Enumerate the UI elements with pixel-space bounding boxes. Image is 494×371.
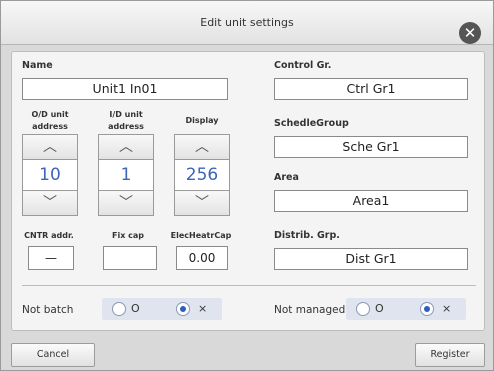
display-label: Display [185, 116, 219, 125]
not-batch-radio-x[interactable] [176, 302, 190, 316]
display-up-button[interactable]: ︿ [174, 134, 230, 160]
fix-cap-field[interactable] [103, 246, 157, 270]
register-button[interactable]: Register [415, 343, 485, 367]
distrib-group-label: Distrib. Grp. [274, 230, 340, 241]
chevron-down-icon: ﹀ [43, 195, 57, 211]
distrib-group-field[interactable]: Dist Gr1 [274, 248, 468, 270]
chevron-down-icon: ﹀ [119, 195, 133, 211]
name-label: Name [22, 60, 53, 71]
not-batch-option-x-label: × [198, 302, 208, 315]
chevron-down-icon: ﹀ [195, 195, 209, 211]
not-managed-radio-x[interactable] [420, 302, 434, 316]
not-batch-radio-group: O × [102, 298, 222, 320]
not-managed-radio-group: O × [346, 298, 466, 320]
display-value: 256 [174, 160, 230, 190]
cntr-addr-field[interactable]: — [28, 246, 74, 270]
fix-cap-label: Fix cap [111, 231, 145, 240]
id-address-down-button[interactable]: ﹀ [98, 190, 154, 216]
settings-panel: Name Unit1 In01 O/D unit address I/D uni… [11, 51, 485, 331]
not-managed-label: Not managed [274, 304, 346, 316]
close-icon[interactable]: ✕ [459, 22, 481, 44]
control-group-field[interactable]: Ctrl Gr1 [274, 78, 468, 100]
control-group-label: Control Gr. [274, 60, 332, 71]
od-address-value: 10 [22, 160, 78, 190]
chevron-up-icon: ︿ [119, 139, 133, 155]
name-field[interactable]: Unit1 In01 [22, 78, 228, 100]
dialog-title: Edit unit settings [200, 16, 294, 29]
area-label: Area [274, 172, 299, 183]
edit-unit-settings-dialog: Edit unit settings ✕ Name Unit1 In01 O/D… [0, 0, 494, 371]
area-field[interactable]: Area1 [274, 190, 468, 212]
not-managed-option-x-label: × [442, 302, 452, 315]
not-batch-radio-o[interactable] [112, 302, 126, 316]
chevron-up-icon: ︿ [43, 139, 57, 155]
elec-heatr-cap-label: ElecHeatrCap [170, 231, 232, 240]
od-unit-address-label: O/D unit address [31, 110, 69, 131]
not-batch-option-o-label: O [131, 302, 140, 315]
not-batch-label: Not batch [22, 304, 74, 316]
not-managed-option-o-label: O [375, 302, 384, 315]
elec-heatr-cap-field[interactable]: 0.00 [176, 246, 228, 270]
divider [22, 285, 476, 286]
cancel-button[interactable]: Cancel [11, 343, 95, 367]
id-address-value: 1 [98, 160, 154, 190]
id-address-up-button[interactable]: ︿ [98, 134, 154, 160]
cntr-addr-label: CNTR addr. [24, 231, 74, 240]
id-unit-address-label: I/D unit address [108, 110, 144, 131]
od-address-up-button[interactable]: ︿ [22, 134, 78, 160]
chevron-up-icon: ︿ [195, 139, 209, 155]
title-bar: Edit unit settings ✕ [1, 1, 493, 45]
schedule-group-field[interactable]: Sche Gr1 [274, 136, 468, 158]
schedule-group-label: SchedleGroup [274, 118, 349, 129]
not-managed-radio-o[interactable] [356, 302, 370, 316]
display-down-button[interactable]: ﹀ [174, 190, 230, 216]
od-address-down-button[interactable]: ﹀ [22, 190, 78, 216]
